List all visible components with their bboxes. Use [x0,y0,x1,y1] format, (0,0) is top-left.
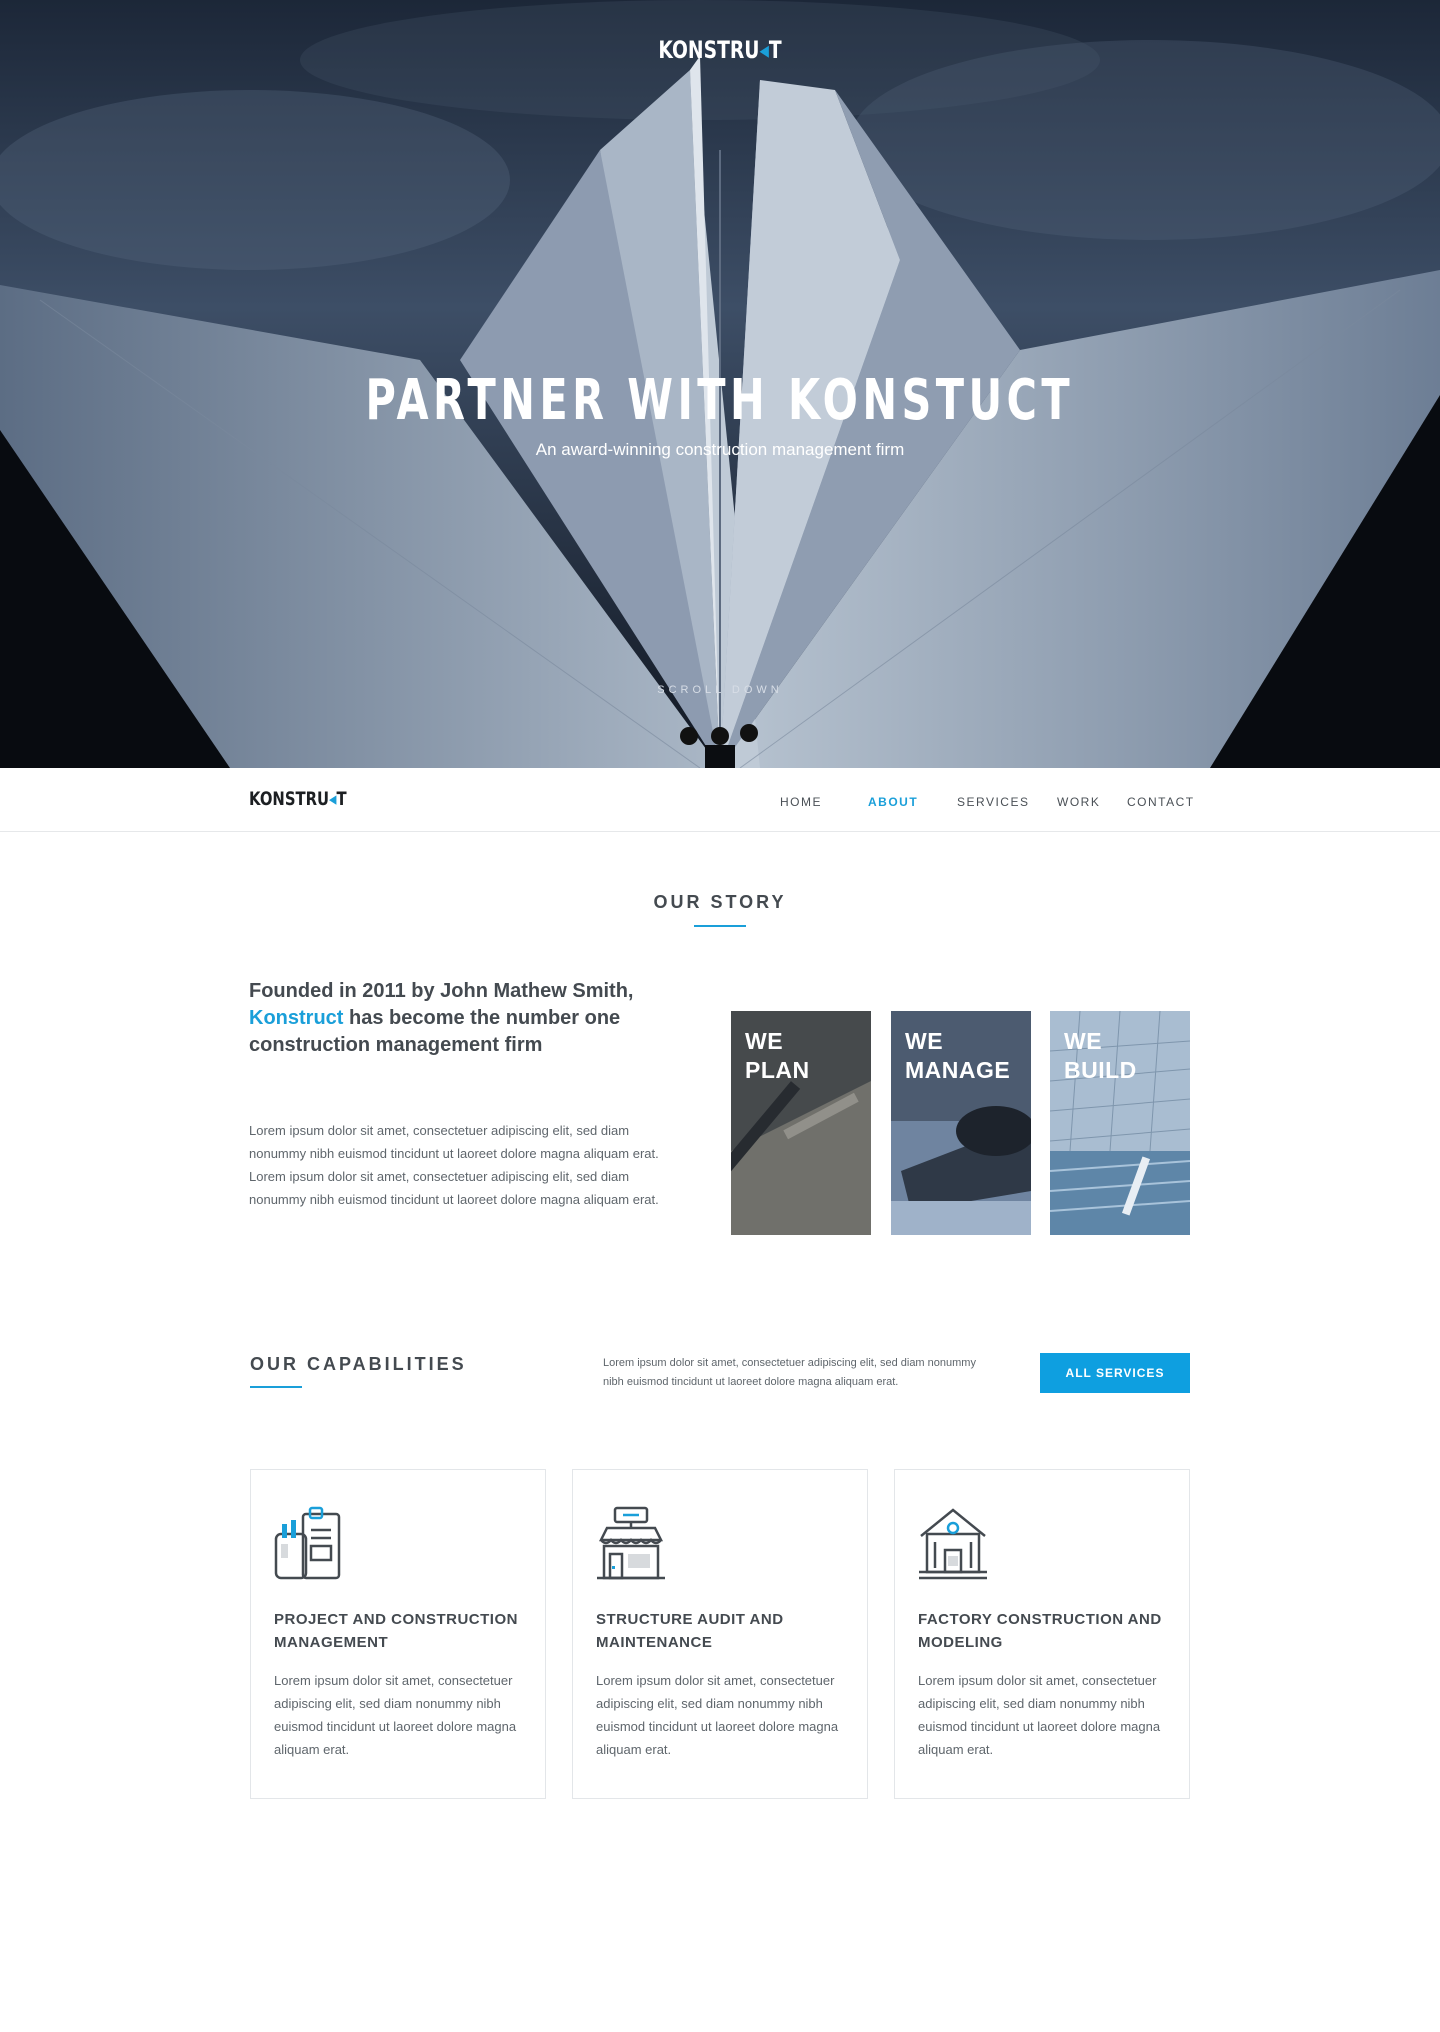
tile-manage-line2: MANAGE [905,1057,1011,1083]
card-title: FACTORY CONSTRUCTION AND MODELING [918,1611,1162,1651]
tile-we-plan[interactable]: WE PLAN [731,1011,871,1235]
hero-logo-suffix: T [768,36,782,64]
story-body: Lorem ipsum dolor sit amet, consectetuer… [249,1123,659,1207]
scroll-down-link[interactable]: SCROLL DOWN [0,684,1440,696]
capability-card[interactable]: STRUCTURE AUDIT AND MAINTENANCE Lorem ip… [572,1469,868,1799]
nav-item-work[interactable]: WORK [1057,795,1100,809]
nav-item-services[interactable]: SERVICES [957,795,1029,809]
card-body: Lorem ipsum dolor sit amet, consectetuer… [918,1673,1161,1757]
card-title: STRUCTURE AUDIT AND MAINTENANCE [596,1611,784,1651]
nav-item-home[interactable]: HOME [780,795,822,809]
story-heading-brand: Konstruct [249,1007,344,1029]
capabilities-intro: Lorem ipsum dolor sit amet, consectetuer… [603,1357,976,1388]
story-heading-text: Founded in 2011 by John Mathew Smith, [249,980,634,1002]
hero-title: PARTNER WITH KONSTUCT [0,368,1440,433]
capability-card[interactable]: PROJECT AND CONSTRUCTION MANAGEMENT Lore… [250,1469,546,1799]
card-title: PROJECT AND CONSTRUCTION MANAGEMENT [274,1611,518,1651]
hero-logo-text: KONSTRU [658,36,760,64]
tile-we-build[interactable]: WE BUILD [1050,1011,1190,1235]
hero-logo-accent: ◂ [759,36,769,64]
tile-plan-label: WE PLAN [745,1027,810,1085]
nav-item-contact[interactable]: CONTACT [1127,795,1195,809]
nav-logo-text: KONSTRU [249,788,330,810]
hero-title-text: PARTNER WITH KONSTUCT [365,368,1075,433]
tile-plan-line2: PLAN [745,1057,810,1083]
tile-we-manage[interactable]: WE MANAGE [891,1011,1031,1235]
our-story-underline [694,925,746,927]
all-services-button[interactable]: ALL SERVICES [1040,1353,1190,1393]
hero-logo[interactable]: KONSTRU◂T [158,36,1281,64]
hero-subtitle: An award-winning construction management… [535,440,905,459]
nav-logo-suffix: T [336,788,347,810]
tile-build-line2: BUILD [1064,1057,1137,1083]
card-body: Lorem ipsum dolor sit amet, consectetuer… [274,1673,517,1757]
capabilities-underline [250,1386,302,1388]
main-navbar: KONSTRU◂T HOME ABOUT SERVICES WORK CONTA… [0,768,1440,832]
card-body: Lorem ipsum dolor sit amet, consectetuer… [596,1673,839,1757]
tile-build-line1: WE [1064,1028,1103,1054]
tile-plan-line1: WE [745,1028,784,1054]
factory-building-icon [919,1508,987,1580]
tile-build-label: WE BUILD [1064,1027,1137,1085]
storefront-icon [597,1506,665,1580]
capabilities-title: OUR CAPABILITIES [250,1354,467,1374]
our-story-title: OUR STORY [653,892,787,912]
nav-logo[interactable]: KONSTRU◂T [249,788,347,810]
clipboard-tools-icon [274,1506,341,1580]
hero-banner: KONSTRU◂T PARTNER WITH KONSTUCT An award… [0,0,1440,768]
capability-card[interactable]: FACTORY CONSTRUCTION AND MODELING Lorem … [894,1469,1190,1799]
tile-manage-line1: WE [905,1028,944,1054]
story-heading: Founded in 2011 by John Mathew Smith, Ko… [249,978,669,1059]
tile-manage-label: WE MANAGE [905,1027,1010,1085]
nav-item-about[interactable]: ABOUT [868,795,918,809]
